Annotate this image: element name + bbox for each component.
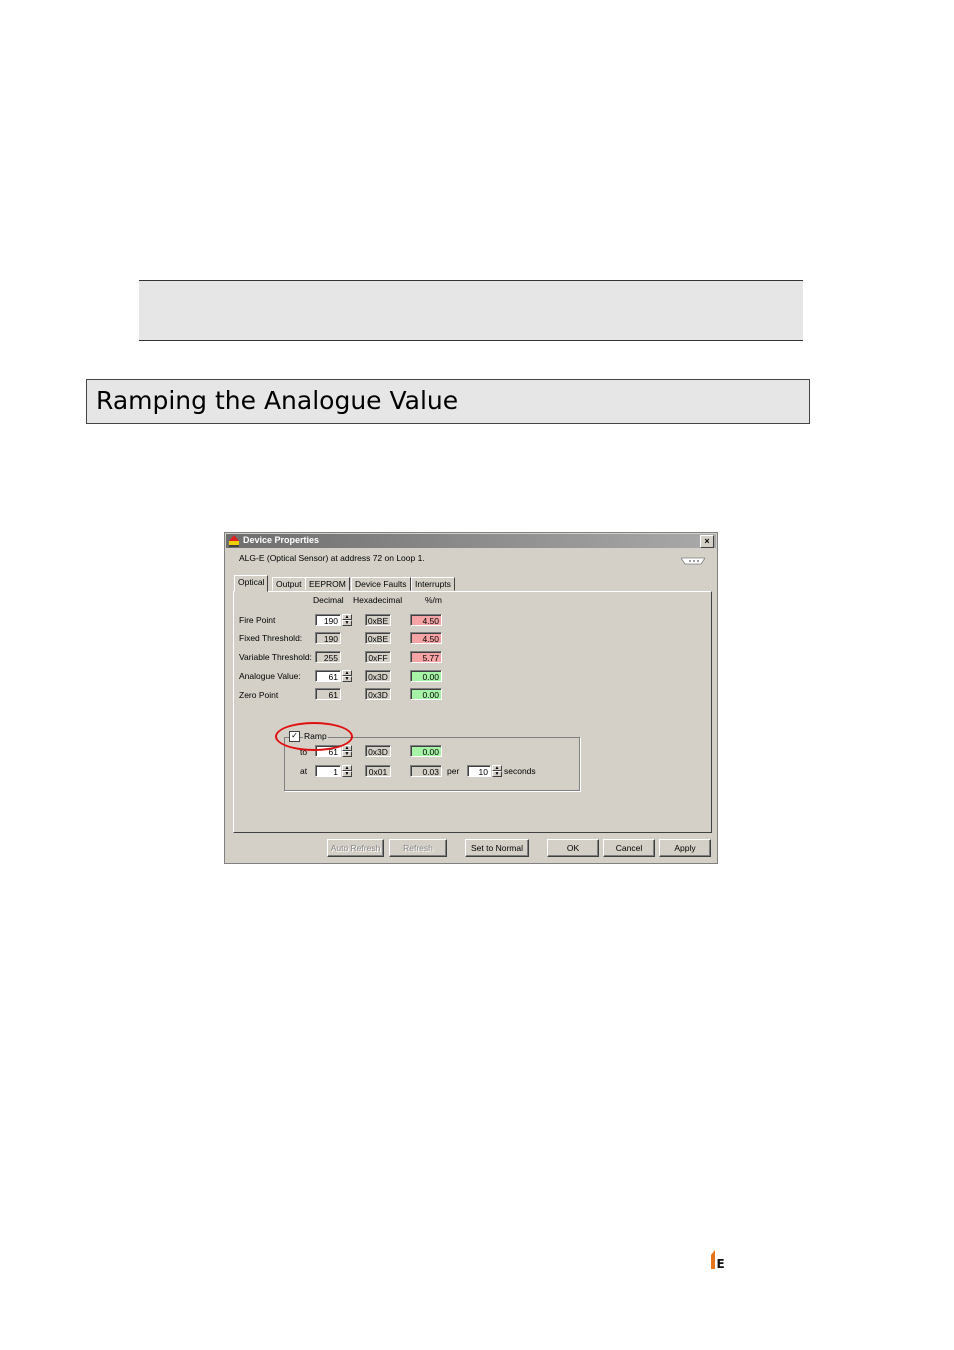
fixed-threshold-decimal: 190: [315, 632, 341, 644]
tab-eeprom[interactable]: EEPROM: [305, 577, 350, 591]
device-properties-dialog: Device Properties × ALG-E (Optical Senso…: [224, 532, 718, 864]
cancel-button[interactable]: Cancel: [603, 839, 655, 857]
svg-text:E: E: [717, 1257, 725, 1269]
zero-point-decimal: 61: [315, 688, 341, 700]
ramp-per-label: per: [447, 766, 460, 776]
analogue-value-label: Analogue Value:: [239, 671, 301, 681]
tab-output[interactable]: Output: [272, 577, 306, 591]
fire-point-pct: 4.50: [410, 614, 442, 626]
variable-threshold-decimal: 255: [315, 651, 341, 663]
section-heading-text: Ramping the Analogue Value: [96, 386, 459, 415]
tab-interrupts[interactable]: Interrupts: [411, 577, 455, 591]
company-logo-icon: E: [711, 1250, 726, 1269]
section-heading: Ramping the Analogue Value: [86, 379, 810, 424]
ok-button[interactable]: OK: [547, 839, 599, 857]
fixed-threshold-hex: 0xBE: [365, 632, 391, 644]
column-pct-per-m: %/m: [425, 595, 442, 605]
app-icon: [229, 535, 239, 547]
variable-threshold-pct: 5.77: [410, 651, 442, 663]
variable-threshold-hex: 0xFF: [365, 651, 391, 663]
optical-panel: [233, 591, 712, 833]
ramp-at-spinner[interactable]: ▲ ▼: [342, 765, 352, 778]
dialog-titlebar[interactable]: Device Properties ×: [226, 534, 716, 548]
note-box: [139, 280, 803, 341]
device-description: ALG-E (Optical Sensor) at address 72 on …: [239, 553, 425, 563]
zero-point-hex: 0x3D: [365, 688, 391, 700]
apply-button[interactable]: Apply: [659, 839, 711, 857]
close-button[interactable]: ×: [700, 535, 714, 548]
ramp-at-decimal-input[interactable]: 1: [315, 765, 341, 777]
ramp-at-pct: 0.03: [410, 765, 442, 777]
zero-point-pct: 0.00: [410, 688, 442, 700]
analogue-value-pct: 0.00: [410, 670, 442, 682]
ramp-seconds-label: seconds: [504, 766, 536, 776]
ramp-at-hex: 0x01: [365, 765, 391, 777]
column-hexadecimal: Hexadecimal: [353, 595, 403, 605]
fire-point-hex: 0xBE: [365, 614, 391, 626]
set-to-normal-button[interactable]: Set to Normal: [465, 839, 529, 857]
fire-point-label: Fire Point: [239, 615, 276, 625]
ramp-to-pct: 0.00: [410, 745, 442, 757]
variable-threshold-label: Variable Threshold:: [239, 652, 312, 662]
fire-point-spinner[interactable]: ▲ ▼: [342, 614, 352, 627]
ramp-highlight-ellipse: [275, 722, 353, 751]
tab-optical[interactable]: Optical: [234, 575, 269, 592]
column-decimal: Decimal: [313, 595, 344, 605]
dialog-title: Device Properties: [243, 535, 320, 545]
fixed-threshold-pct: 4.50: [410, 632, 442, 644]
tab-device-faults[interactable]: Device Faults: [351, 577, 411, 591]
ramp-to-hex: 0x3D: [365, 745, 391, 757]
fixed-threshold-label: Fixed Threshold:: [239, 633, 303, 643]
zero-point-label: Zero Point: [239, 690, 279, 700]
fire-point-decimal-input[interactable]: 190: [315, 614, 341, 626]
analogue-value-hex: 0x3D: [365, 670, 391, 682]
auto-refresh-button[interactable]: Auto Refresh: [327, 839, 384, 857]
analogue-value-spinner[interactable]: ▲ ▼: [342, 670, 352, 683]
detector-icon: [681, 557, 705, 565]
analogue-value-decimal-input[interactable]: 61: [315, 670, 341, 682]
refresh-button[interactable]: Refresh: [389, 839, 447, 857]
ramp-per-spinner[interactable]: ▲ ▼: [492, 765, 502, 778]
ramp-to-spinner[interactable]: ▲ ▼: [342, 745, 352, 758]
ramp-at-label: at: [300, 766, 308, 776]
ramp-per-seconds-input[interactable]: 10: [467, 765, 491, 777]
